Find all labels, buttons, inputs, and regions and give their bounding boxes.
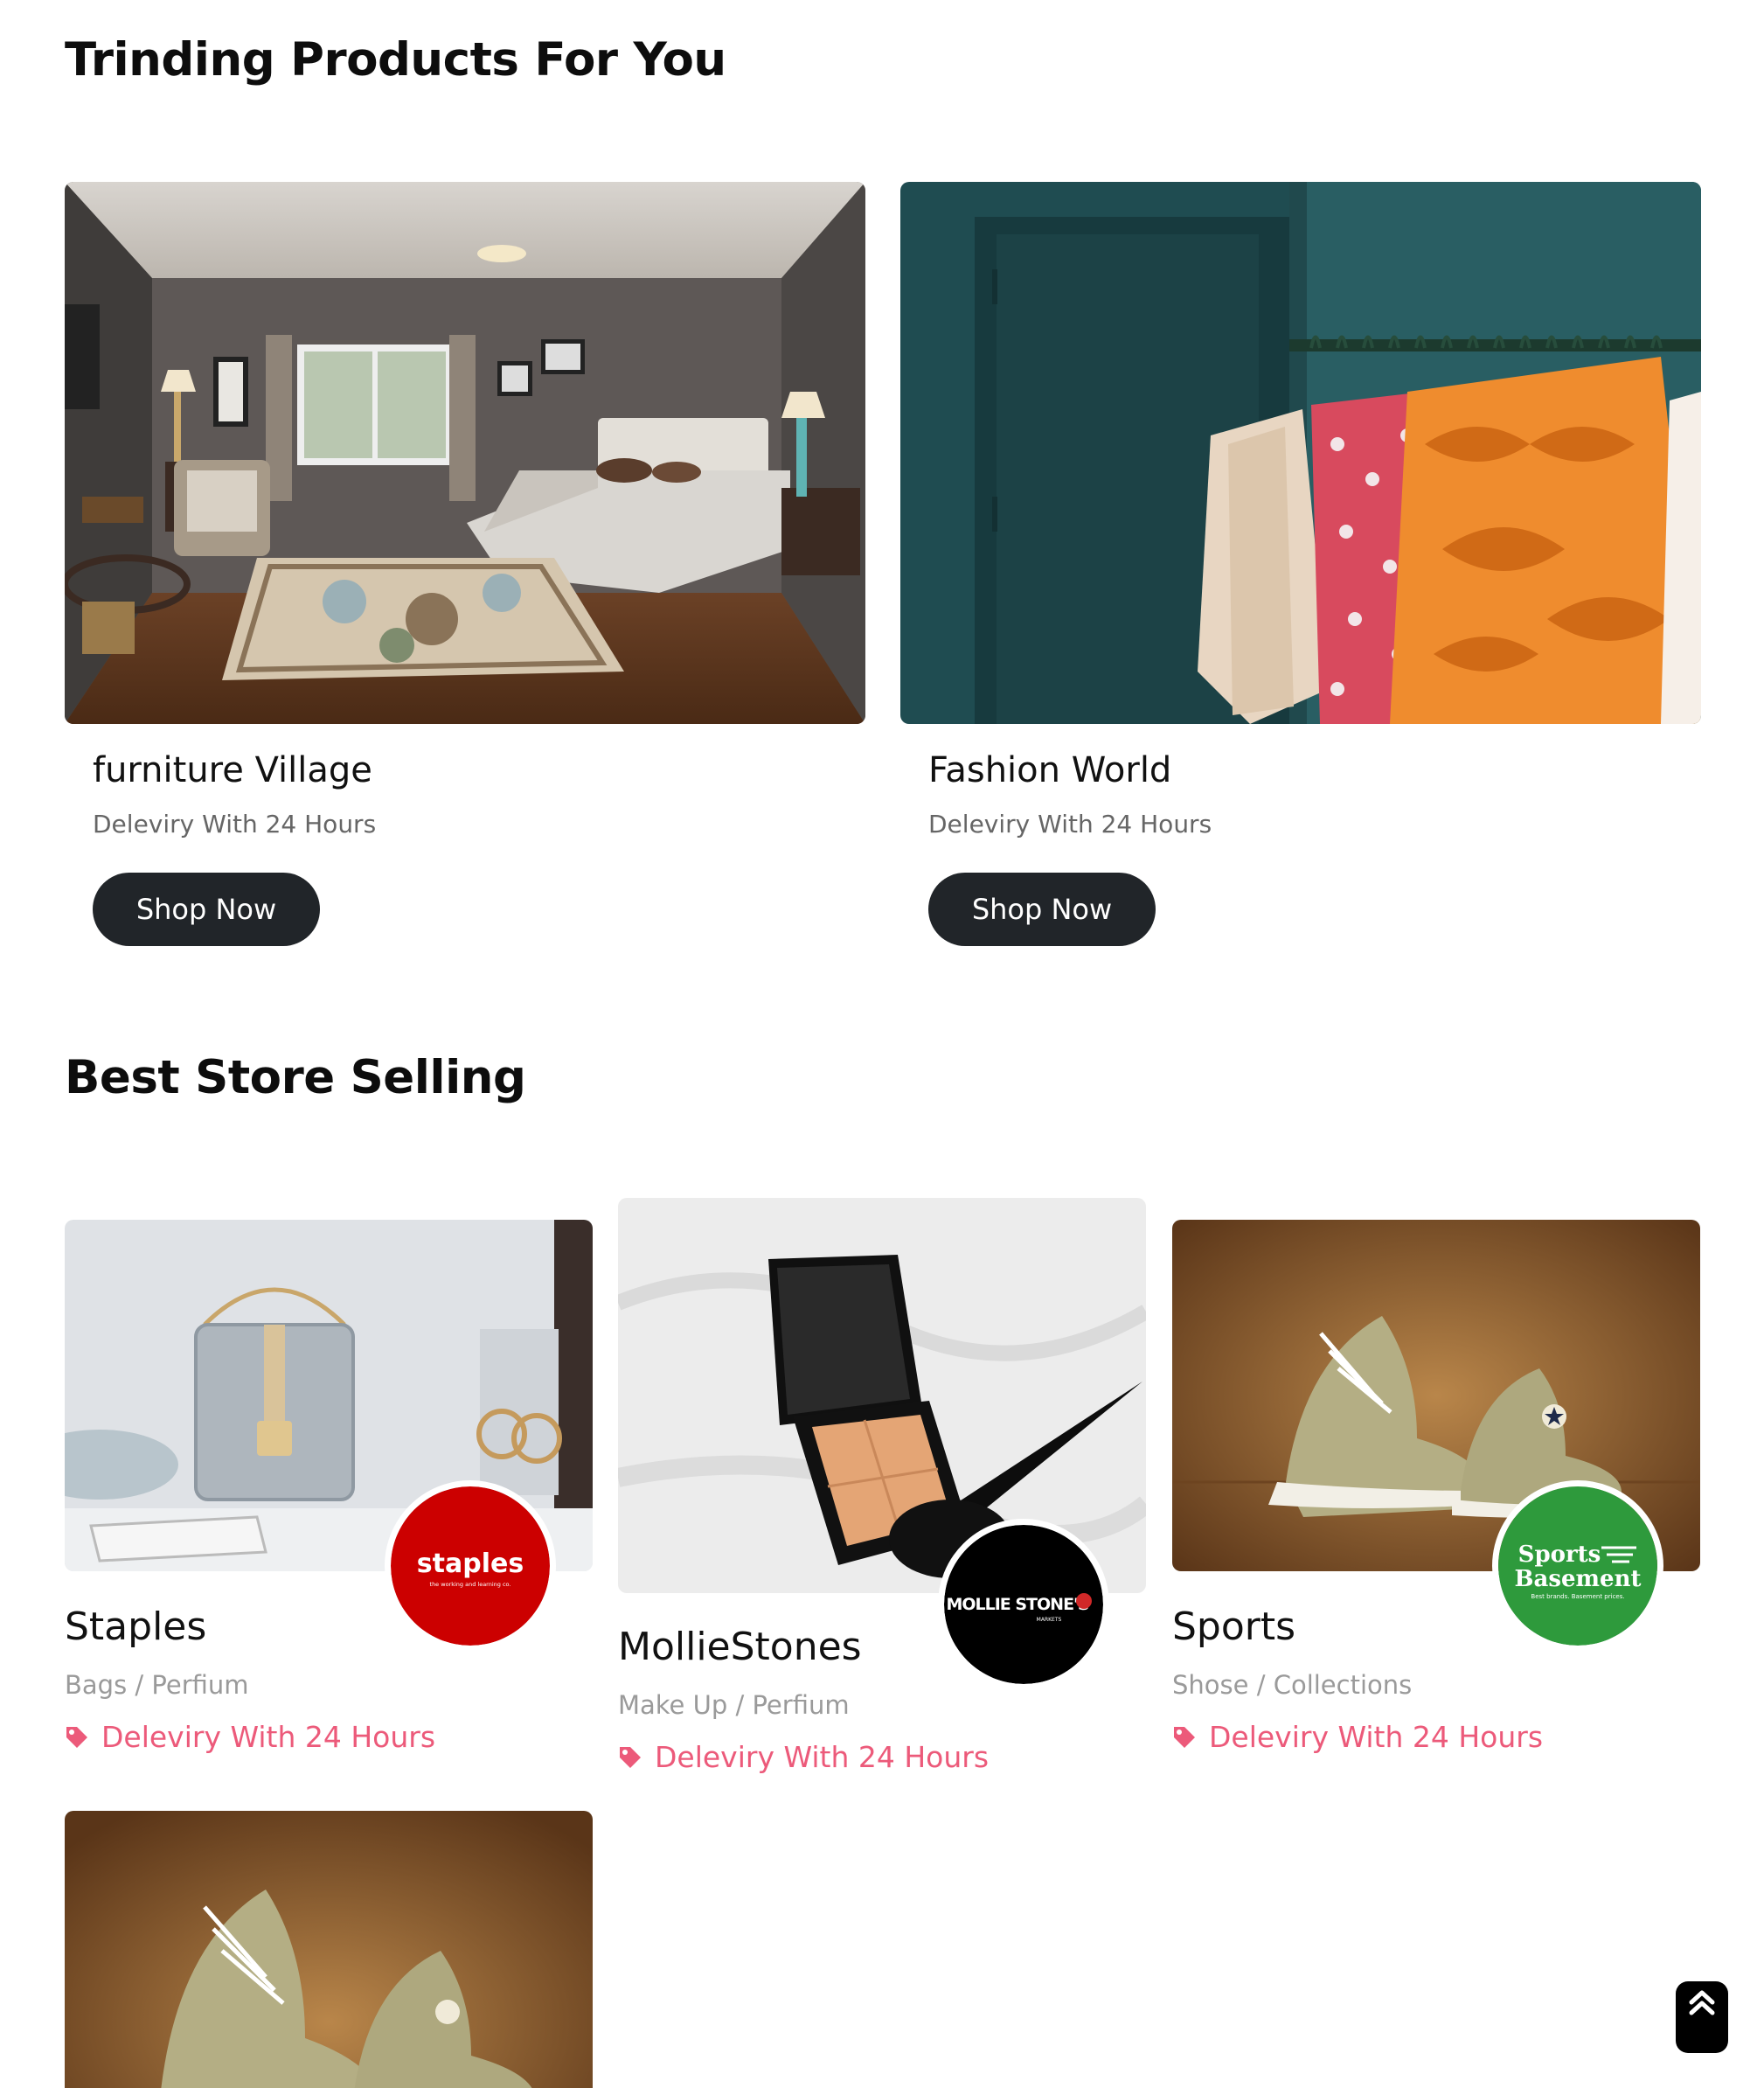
- svg-text:Sports: Sports: [1518, 1542, 1601, 1568]
- tag-icon: [66, 1726, 87, 1748]
- store-category-a: Bags: [65, 1670, 128, 1700]
- store-category-a: Shose: [1172, 1670, 1249, 1700]
- trending-card-subtitle: Deleviry With 24 Hours: [928, 810, 1212, 839]
- trending-card-subtitle: Deleviry With 24 Hours: [93, 810, 377, 839]
- store-card-staples[interactable]: staples the working and learning co. Sta…: [65, 1220, 593, 1779]
- store-name: Sports: [1172, 1604, 1296, 1649]
- trending-card-name: Fashion World: [928, 750, 1172, 790]
- store-delivery-text: Deleviry With 24 Hours: [1209, 1720, 1544, 1754]
- store-category-b: Perfium: [752, 1690, 850, 1720]
- svg-text:staples: staples: [417, 1549, 524, 1579]
- store-delivery-text: Deleviry With 24 Hours: [655, 1740, 990, 1774]
- trending-card-furniture: furniture Village Deleviry With 24 Hours…: [65, 182, 865, 951]
- bedroom-photo: [65, 182, 865, 724]
- shop-now-button[interactable]: Shop Now: [928, 873, 1156, 946]
- store-delivery: Deleviry With 24 Hours: [618, 1740, 989, 1774]
- store-categories: Shose / Collections: [1172, 1670, 1413, 1700]
- store-card-sports[interactable]: Sports Basement Best brands. Basement pr…: [1172, 1220, 1700, 1779]
- scroll-to-top-button[interactable]: [1676, 1981, 1728, 2053]
- tag-icon: [620, 1746, 641, 1768]
- store-card-partial[interactable]: [65, 1811, 593, 2088]
- store-category-a: Make Up: [618, 1690, 728, 1720]
- store-delivery-text: Deleviry With 24 Hours: [101, 1720, 436, 1754]
- best-stores-section-title: Best Store Selling: [65, 1051, 526, 1104]
- store-delivery: Deleviry With 24 Hours: [1172, 1720, 1543, 1754]
- store-card-molliestones[interactable]: MOLLIE STONE'S MARKETS MollieStones Make…: [618, 1198, 1146, 1792]
- store-name: MollieStones: [618, 1625, 862, 1669]
- shop-now-button[interactable]: Shop Now: [93, 873, 320, 946]
- sports-basement-logo: Sports Basement Best brands. Basement pr…: [1492, 1480, 1663, 1652]
- clothing-rack-photo: [900, 182, 1701, 724]
- staples-logo: staples the working and learning co.: [385, 1480, 556, 1652]
- store-categories: Make Up / Perfium: [618, 1690, 850, 1720]
- store-categories: Bags / Perfium: [65, 1670, 249, 1700]
- tag-icon: [1174, 1726, 1195, 1748]
- sneakers-photo: [65, 1811, 593, 2088]
- svg-text:Best brands. Basement prices.: Best brands. Basement prices.: [1531, 1593, 1624, 1600]
- store-category-b: Perfium: [151, 1670, 249, 1700]
- svg-text:the working and learning co.: the working and learning co.: [430, 1581, 511, 1588]
- store-category-b: Collections: [1273, 1670, 1413, 1700]
- molliestones-logo: MOLLIE STONE'S MARKETS: [938, 1519, 1109, 1690]
- svg-text:MOLLIE STONE'S: MOLLIE STONE'S: [946, 1595, 1088, 1614]
- store-name: Staples: [65, 1604, 207, 1649]
- trending-section-title: Trinding Products For You: [65, 33, 726, 87]
- store-delivery: Deleviry With 24 Hours: [65, 1720, 435, 1754]
- double-chevron-up-icon: [1689, 1990, 1715, 2015]
- svg-text:MARKETS: MARKETS: [1037, 1617, 1062, 1623]
- svg-text:Basement: Basement: [1515, 1566, 1642, 1592]
- trending-card-name: furniture Village: [93, 750, 372, 790]
- trending-card-fashion: Fashion World Deleviry With 24 Hours Sho…: [900, 182, 1701, 951]
